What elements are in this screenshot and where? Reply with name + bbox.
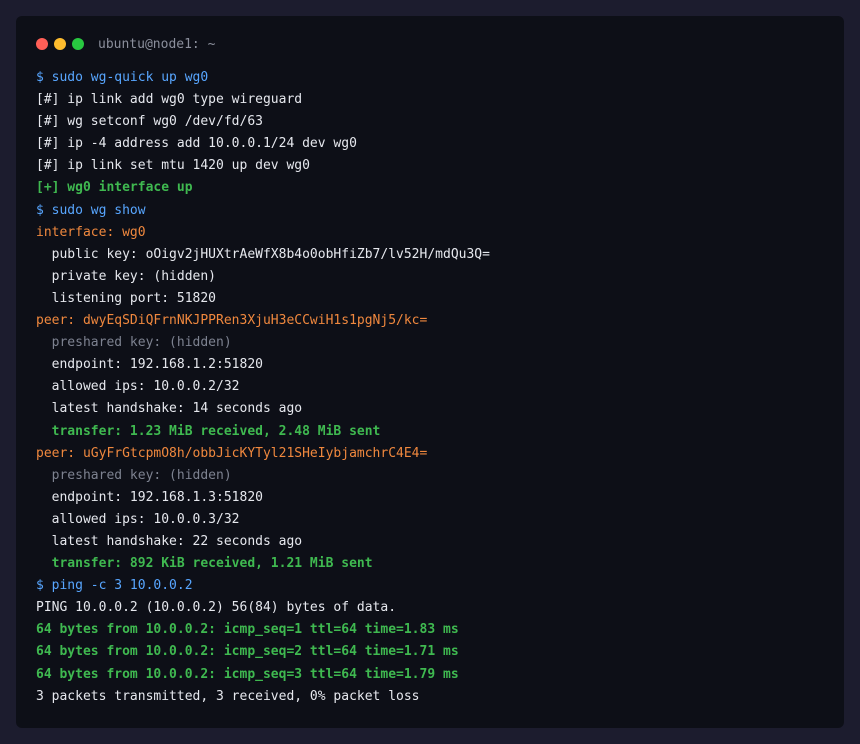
output-line: listening port: 51820 (36, 290, 217, 306)
output-line: [#] ip link set mtu 1420 up dev wg0 (36, 158, 310, 174)
command-line: $ sudo wg-quick up wg0 (36, 70, 209, 85)
success-line: [+] wg0 interface up (36, 180, 193, 196)
section-header-line: peer: dwyEqSDiQFrnNKJPPRen3XjuH3eCCwiH1s… (36, 313, 428, 329)
command-line: $ sudo wg show (36, 202, 146, 218)
output-line: latest handshake: 14 seconds ago (36, 401, 303, 417)
output-line: endpoint: 192.168.1.3:51820 (36, 489, 263, 505)
terminal-window: ubuntu@node1: ~ $ sudo wg-quick up wg0 [#… (16, 16, 844, 728)
window-title: ubuntu@node1: ~ (98, 36, 216, 52)
output-line: allowed ips: 10.0.0.2/32 (36, 379, 240, 395)
output-line: public key: oOigv2jHUXtrAeWfX8b4o0obHfiZ… (36, 246, 490, 262)
output-line: [#] ip link add wg0 type wireguard (36, 92, 303, 108)
section-header-line: interface: wg0 (36, 224, 146, 240)
output-line: [#] ip -4 address add 10.0.0.1/24 dev wg… (36, 136, 357, 152)
muted-line: preshared key: (hidden) (36, 335, 232, 351)
maximize-window-icon[interactable] (72, 38, 84, 50)
muted-line: preshared key: (hidden) (36, 467, 232, 483)
output-line: latest handshake: 22 seconds ago (36, 533, 303, 549)
success-line: 64 bytes from 10.0.0.2: icmp_seq=1 ttl=6… (36, 622, 459, 638)
output-line: PING 10.0.0.2 (10.0.0.2) 56(84) bytes of… (36, 600, 397, 616)
output-line: 3 packets transmitted, 3 received, 0% pa… (36, 688, 420, 704)
success-line: 64 bytes from 10.0.0.2: icmp_seq=2 ttl=6… (36, 644, 459, 660)
close-window-icon[interactable] (36, 38, 48, 50)
output-line: private key: (hidden) (36, 268, 217, 284)
section-header-line: peer: uGyFrGtcpmO8h/obbJicKYTyl21SHeIybj… (36, 445, 428, 461)
success-line: transfer: 1.23 MiB received, 2.48 MiB se… (36, 423, 381, 439)
output-line: [#] wg setconf wg0 /dev/fd/63 (36, 114, 263, 130)
terminal-output[interactable]: $ sudo wg-quick up wg0 [#] ip link add wg… (36, 67, 826, 708)
output-line: endpoint: 192.168.1.2:51820 (36, 357, 263, 373)
title-bar: ubuntu@node1: ~ (36, 34, 215, 54)
command-line: $ ping -c 3 10.0.0.2 (36, 578, 193, 594)
output-line: allowed ips: 10.0.0.3/32 (36, 511, 240, 527)
minimize-window-icon[interactable] (54, 38, 66, 50)
success-line: 64 bytes from 10.0.0.2: icmp_seq=3 ttl=6… (36, 666, 459, 682)
success-line: transfer: 892 KiB received, 1.21 MiB sen… (36, 556, 373, 572)
